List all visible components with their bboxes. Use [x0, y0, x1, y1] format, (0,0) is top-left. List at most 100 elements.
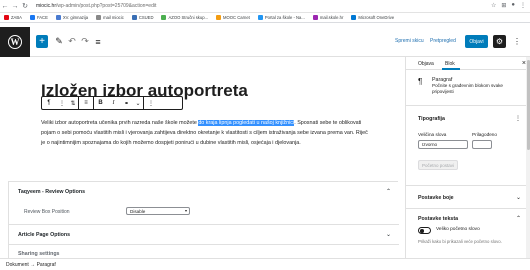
bookmark-favicon — [257, 15, 263, 20]
breadcrumb[interactable]: Dokument → Paragraf — [0, 258, 530, 270]
reset-button[interactable]: Početno postavi — [418, 160, 458, 170]
bookmarks-bar: ZABA FACE XV. gimnazija mail miocic CSUE… — [0, 13, 530, 23]
bookmark-label: CSUED — [138, 15, 154, 20]
bookmark-onedrive[interactable]: Microsoft OneDrive — [351, 15, 394, 20]
typography-title[interactable]: Tipografija — [418, 116, 445, 122]
italic-icon[interactable]: I — [107, 97, 120, 109]
chevron-down-icon[interactable]: ⌄ — [133, 97, 143, 109]
block-card: ¶ Paragraf Počnite s građevnim blokom sv… — [406, 71, 530, 106]
profile-icon[interactable]: ● — [511, 2, 515, 9]
link-icon[interactable]: ⚭ — [120, 97, 133, 109]
chevron-down-icon[interactable]: ⌄ — [516, 194, 521, 201]
preview-button[interactable]: Pretpregled — [430, 38, 456, 44]
tab-block[interactable]: Blok — [445, 61, 455, 67]
chevron-down-icon[interactable]: ⌄ — [386, 231, 391, 238]
metabox-area: Taqyeem - Review Options ⌃ Review Box Po… — [8, 181, 399, 259]
paragraph-block[interactable]: Veliki izbor autoportreta učenika prvih … — [41, 118, 371, 148]
bookmark-portal[interactable]: Portal za škole - Na... — [257, 15, 305, 20]
custom-size-input[interactable] — [472, 140, 492, 149]
chevron-up-icon[interactable]: ⌃ — [386, 188, 391, 195]
list-view-icon[interactable]: ≡ — [93, 35, 103, 48]
settings-gear-icon[interactable]: ⚙ — [493, 35, 506, 48]
bookmark-azoo[interactable]: AZOO Stručni skup... — [161, 15, 208, 20]
article-page-options-panel: Article Page Options ⌄ — [9, 225, 399, 245]
tab-post[interactable]: Objava — [418, 61, 434, 67]
move-arrows-icon[interactable]: ⇅ — [68, 97, 78, 109]
sidebar-tabs: Objava Blok × — [406, 57, 530, 70]
bookmark-favicon — [351, 15, 357, 20]
block-description: Počnite s građevnim blokom svake pripovi… — [432, 83, 503, 94]
publish-button[interactable]: Objavi — [465, 35, 488, 48]
paragraph-text: Veliki izbor autoportreta učenika prvih … — [41, 120, 199, 126]
selected-text: do kraja lipnja pogledati u našoj knjižn… — [198, 120, 295, 126]
save-draft-button[interactable]: Spremi skicu — [395, 38, 424, 44]
drag-handle-icon[interactable]: ⋮ — [56, 97, 68, 109]
reload-icon[interactable]: ↻ — [20, 1, 30, 11]
browser-actions: ☆ ⊞ ● ⋮ — [491, 2, 526, 9]
bookmark-favicon — [55, 15, 61, 20]
wordpress-logo-icon[interactable]: W — [0, 27, 30, 57]
browser-address-bar: ← → ↻ miocic.hr/wp-admin/post.php?post=2… — [0, 0, 530, 13]
bookmark-face[interactable]: FACE — [29, 15, 48, 20]
review-box-position-select[interactable]: Disable ▾ — [126, 207, 190, 215]
paragraph-icon: ¶ — [418, 77, 423, 86]
more-options-icon[interactable]: ⋮ — [144, 97, 158, 109]
bookmark-gimnazija[interactable]: XV. gimnazija — [55, 15, 89, 20]
color-settings-panel: Postavke boje ⌄ — [406, 186, 530, 209]
drop-cap-label: Veliko početno slovo — [436, 227, 480, 232]
bookmark-favicon — [29, 15, 35, 20]
bookmark-label: FACE — [36, 15, 48, 20]
bookmark-favicon — [4, 15, 9, 20]
chevron-up-icon[interactable]: ⌃ — [516, 215, 521, 222]
article-page-options-title[interactable]: Article Page Options — [18, 232, 70, 238]
star-icon[interactable]: ☆ — [491, 2, 496, 9]
custom-size-label: Prilagođeno — [472, 132, 498, 137]
review-options-panel: Taqyeem - Review Options ⌃ Review Box Po… — [9, 182, 399, 225]
paragraph-icon[interactable]: ¶ — [42, 97, 56, 109]
bookmark-label: Microsoft OneDrive — [358, 15, 395, 20]
align-icon[interactable]: ≡ — [79, 97, 93, 109]
bookmark-mail-skole[interactable]: mail.skole.hr — [312, 15, 344, 20]
block-toolbar: ¶ ⋮ ⇅ ≡ B I ⚭ ⌄ ⋮ — [41, 96, 183, 110]
bookmark-label: mail.skole.hr — [319, 15, 344, 20]
scrollbar-thumb[interactable] — [526, 60, 530, 150]
bookmark-label: ZABA — [11, 15, 22, 20]
bookmark-label: MOOC Carnet — [223, 15, 250, 20]
drop-cap-help: Prikaži kako bi prikazali veće početno s… — [418, 239, 502, 244]
redo-icon[interactable]: ↷ — [80, 35, 90, 48]
bookmark-mooc[interactable]: MOOC Carnet — [216, 15, 250, 20]
bookmark-favicon — [131, 15, 137, 20]
bookmark-mail-miocic[interactable]: mail miocic — [96, 15, 124, 20]
url-field[interactable]: miocic.hr/wp-admin/post.php?post=25709&a… — [36, 3, 156, 9]
bookmark-zaba[interactable]: ZABA — [4, 15, 22, 20]
color-settings-title[interactable]: Postavke boje — [418, 195, 454, 201]
active-tab-indicator — [442, 68, 460, 70]
menu-icon[interactable]: ⋮ — [520, 2, 526, 9]
bookmark-favicon — [216, 15, 222, 20]
editor-top-toolbar: W + ✎ ↶ ↷ ≡ Spremi skicu Pretpregled Obj… — [0, 27, 530, 57]
drop-cap-toggle[interactable] — [418, 227, 431, 234]
bookmark-csued[interactable]: CSUED — [131, 15, 154, 20]
review-options-title[interactable]: Taqyeem - Review Options — [18, 189, 85, 195]
url-path: /wp-admin/post.php?post=25709&action=edi… — [56, 3, 157, 9]
more-options-icon[interactable]: ⋮ — [515, 115, 521, 122]
bookmark-favicon — [312, 15, 318, 20]
extensions-icon[interactable]: ⊞ — [501, 2, 506, 9]
font-size-value: Izvorno — [422, 142, 438, 147]
bookmark-label: XV. gimnazija — [62, 15, 89, 20]
text-settings-title[interactable]: Postavke teksta — [418, 216, 458, 222]
forward-icon[interactable]: → — [10, 1, 20, 11]
bookmark-label: Portal za škole - Na... — [264, 15, 305, 20]
bookmark-favicon — [161, 15, 167, 20]
sharing-settings-title[interactable]: Sharing settings — [18, 251, 60, 257]
bold-icon[interactable]: B — [94, 97, 107, 109]
edit-pencil-icon[interactable]: ✎ — [54, 35, 64, 48]
font-size-select[interactable]: Izvorno — [418, 140, 468, 149]
bookmark-favicon — [96, 15, 102, 20]
editor-canvas: Izložen izbor autoportreta ¶ ⋮ ⇅ ≡ B I ⚭… — [0, 57, 405, 259]
undo-icon[interactable]: ↶ — [67, 35, 77, 48]
add-block-button[interactable]: + — [36, 35, 48, 48]
more-options-icon[interactable]: ⋮ — [512, 35, 522, 48]
bookmark-label: mail miocic — [103, 15, 124, 20]
back-icon[interactable]: ← — [0, 1, 10, 11]
